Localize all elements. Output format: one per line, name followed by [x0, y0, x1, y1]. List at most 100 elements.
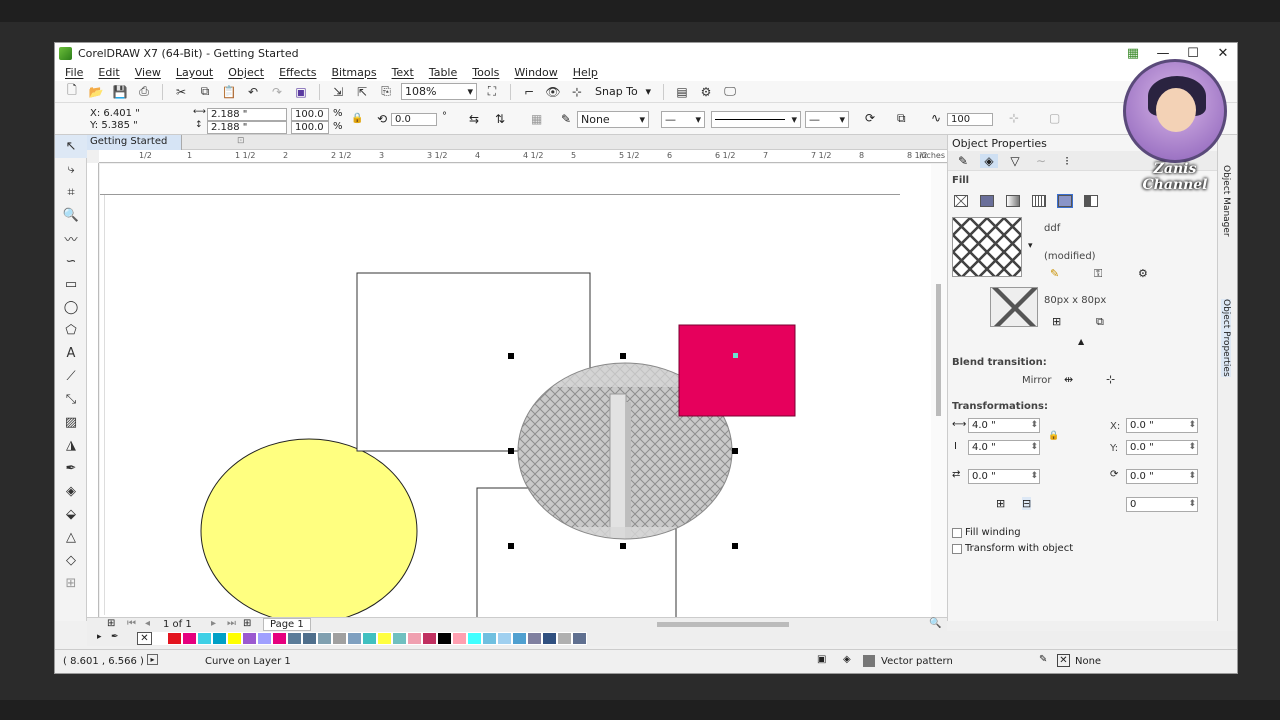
horizontal-scrollbar[interactable] — [657, 622, 789, 627]
y-offset-field[interactable]: 0.0 " — [1126, 440, 1198, 455]
options-icon[interactable]: ⚙ — [697, 84, 715, 100]
outline-tab-icon[interactable]: ✎ — [954, 154, 972, 168]
mirror-vertical-toggle-icon[interactable]: ⊹ — [1106, 373, 1115, 386]
close-curve-icon[interactable]: ⧉ — [897, 111, 906, 126]
save-pattern-icon[interactable]: ⚿ — [1094, 267, 1102, 281]
fill-tab-icon[interactable]: ◈ — [980, 153, 998, 168]
start-arrowhead-select[interactable]: — ▾ — [661, 111, 705, 128]
nodes-icon[interactable]: ⊹ — [1009, 111, 1019, 125]
menu-view[interactable]: View — [135, 66, 161, 79]
print-icon[interactable]: ⎙ — [135, 84, 153, 100]
outline-tool-icon[interactable]: △ — [55, 526, 87, 549]
smoothness-field[interactable]: 100 — [947, 113, 993, 126]
tab-getting-started[interactable]: Getting Started — [87, 135, 183, 150]
publish-pdf-icon[interactable]: ⎘ — [377, 84, 395, 100]
color-swatch[interactable] — [542, 632, 557, 645]
x-offset-field[interactable]: 0.0 " — [1126, 418, 1198, 433]
docker-tab-object-properties[interactable]: Object Properties — [1221, 299, 1231, 377]
rotation-field[interactable]: 0.0 — [391, 113, 437, 126]
color-swatch[interactable] — [287, 632, 302, 645]
interactive-fill-tool-icon[interactable]: ◈ — [55, 480, 87, 503]
tile-icon[interactable]: ⊞ — [1052, 315, 1061, 328]
smart-fill-tool-icon[interactable]: ⬙ — [55, 503, 87, 526]
menu-bitmaps[interactable]: Bitmaps — [331, 66, 376, 79]
width-field[interactable]: 2.188 " — [207, 108, 287, 121]
color-swatch[interactable] — [347, 632, 362, 645]
last-page-icon[interactable]: ⏭ — [227, 618, 236, 629]
polygon-tool-icon[interactable]: ⬠ — [55, 319, 87, 342]
color-swatch[interactable] — [452, 632, 467, 645]
paste-icon[interactable]: 📋 — [220, 84, 238, 100]
magenta-square[interactable] — [678, 324, 796, 417]
uniform-fill-icon[interactable] — [980, 195, 994, 207]
text-tool-icon[interactable]: A — [55, 342, 87, 365]
eyedropper-tool-icon[interactable]: ✒ — [55, 457, 87, 480]
menu-window[interactable]: Window — [514, 66, 557, 79]
launch-icon[interactable]: 🖵 — [721, 84, 739, 100]
undo-icon[interactable]: ↶ — [244, 84, 262, 100]
menu-effects[interactable]: Effects — [279, 66, 316, 79]
position-y-field[interactable]: Y: 5.385 " — [87, 120, 179, 133]
page-tab[interactable]: Page 1 — [263, 618, 311, 631]
end-arrowhead-select[interactable]: — ▾ — [805, 111, 849, 128]
zoom-navigator-icon[interactable]: 🔍 — [929, 618, 941, 629]
checkbox-box[interactable] — [952, 543, 962, 554]
selection-handle[interactable] — [620, 543, 626, 549]
mirror-vertical-icon[interactable]: ⇅ — [495, 112, 505, 126]
pattern-preview[interactable] — [952, 217, 1022, 277]
play-icon[interactable]: ▸ — [147, 654, 158, 665]
color-swatch[interactable] — [182, 632, 197, 645]
color-swatch[interactable] — [167, 632, 182, 645]
outline-pen-icon[interactable]: ✎ — [561, 112, 571, 126]
menu-file[interactable]: File — [65, 66, 83, 79]
transparency-tool-icon[interactable]: ◮ — [55, 434, 87, 457]
menu-table[interactable]: Table — [429, 66, 457, 79]
bitmap-pattern-fill-icon[interactable] — [1057, 194, 1073, 208]
chevron-down-icon[interactable]: ▾ — [1028, 241, 1033, 251]
full-screen-icon[interactable]: ⛶ — [483, 84, 501, 100]
new-tab-icon[interactable]: ⊡ — [237, 136, 245, 146]
rotation-field[interactable]: 0.0 " — [968, 469, 1040, 484]
color-swatch[interactable] — [317, 632, 332, 645]
selection-handle[interactable] — [620, 353, 626, 359]
checkbox-box[interactable] — [952, 527, 962, 538]
prev-page-icon[interactable]: ◂ — [145, 618, 150, 629]
export-icon[interactable]: ⇱ — [353, 84, 371, 100]
color-swatch[interactable] — [332, 632, 347, 645]
lock-ratio-icon[interactable]: 🔒 — [351, 113, 363, 124]
zoom-level-select[interactable]: 108% ▾ — [401, 83, 477, 100]
palette-arrow-icon[interactable]: ▸ — [97, 632, 102, 642]
color-swatch[interactable] — [497, 632, 512, 645]
selection-handle[interactable] — [508, 353, 514, 359]
shape-tool-icon[interactable]: ⤷ — [55, 158, 87, 181]
menu-object[interactable]: Object — [228, 66, 264, 79]
share-pattern-icon[interactable]: ⚙ — [1138, 267, 1148, 280]
zoom-tool-icon[interactable]: 🔍 — [55, 204, 87, 227]
menu-layout[interactable]: Layout — [176, 66, 213, 79]
drawing-canvas[interactable] — [100, 164, 931, 619]
next-page-icon[interactable]: ▸ — [211, 618, 216, 629]
open-icon[interactable]: 📂 — [87, 84, 105, 100]
vertical-scrollbar[interactable] — [931, 164, 947, 619]
menu-text[interactable]: Text — [392, 66, 414, 79]
snap-to-select[interactable]: Snap To ▾ — [592, 83, 654, 100]
pattern-width-field[interactable]: 4.0 " — [968, 418, 1040, 433]
color-swatch[interactable] — [362, 632, 377, 645]
crop-tool-icon[interactable]: ⌗ — [55, 181, 87, 204]
selection-handle[interactable] — [732, 448, 738, 454]
color-swatch[interactable] — [272, 632, 287, 645]
wrap-icon[interactable]: ▢ — [1049, 111, 1060, 125]
color-proof-icon[interactable]: ▣ — [817, 654, 826, 665]
row-offset-icon[interactable]: ⊞ — [996, 497, 1005, 510]
color-swatch[interactable] — [482, 632, 497, 645]
palette-eyedropper-icon[interactable]: ✒ — [111, 632, 119, 642]
rectangle-tool-icon[interactable]: ▭ — [55, 273, 87, 296]
collapse-icon[interactable]: ▲ — [1078, 337, 1084, 346]
color-swatch[interactable] — [527, 632, 542, 645]
drop-shadow-tool-icon[interactable]: ▨ — [55, 411, 87, 434]
cut-icon[interactable]: ✂ — [172, 84, 190, 100]
color-swatch[interactable] — [437, 632, 452, 645]
add-page-icon[interactable]: ⊞ — [107, 618, 115, 629]
search-content-icon[interactable]: ▣ — [292, 84, 310, 100]
outline-color-select[interactable]: None ▾ — [577, 111, 649, 128]
